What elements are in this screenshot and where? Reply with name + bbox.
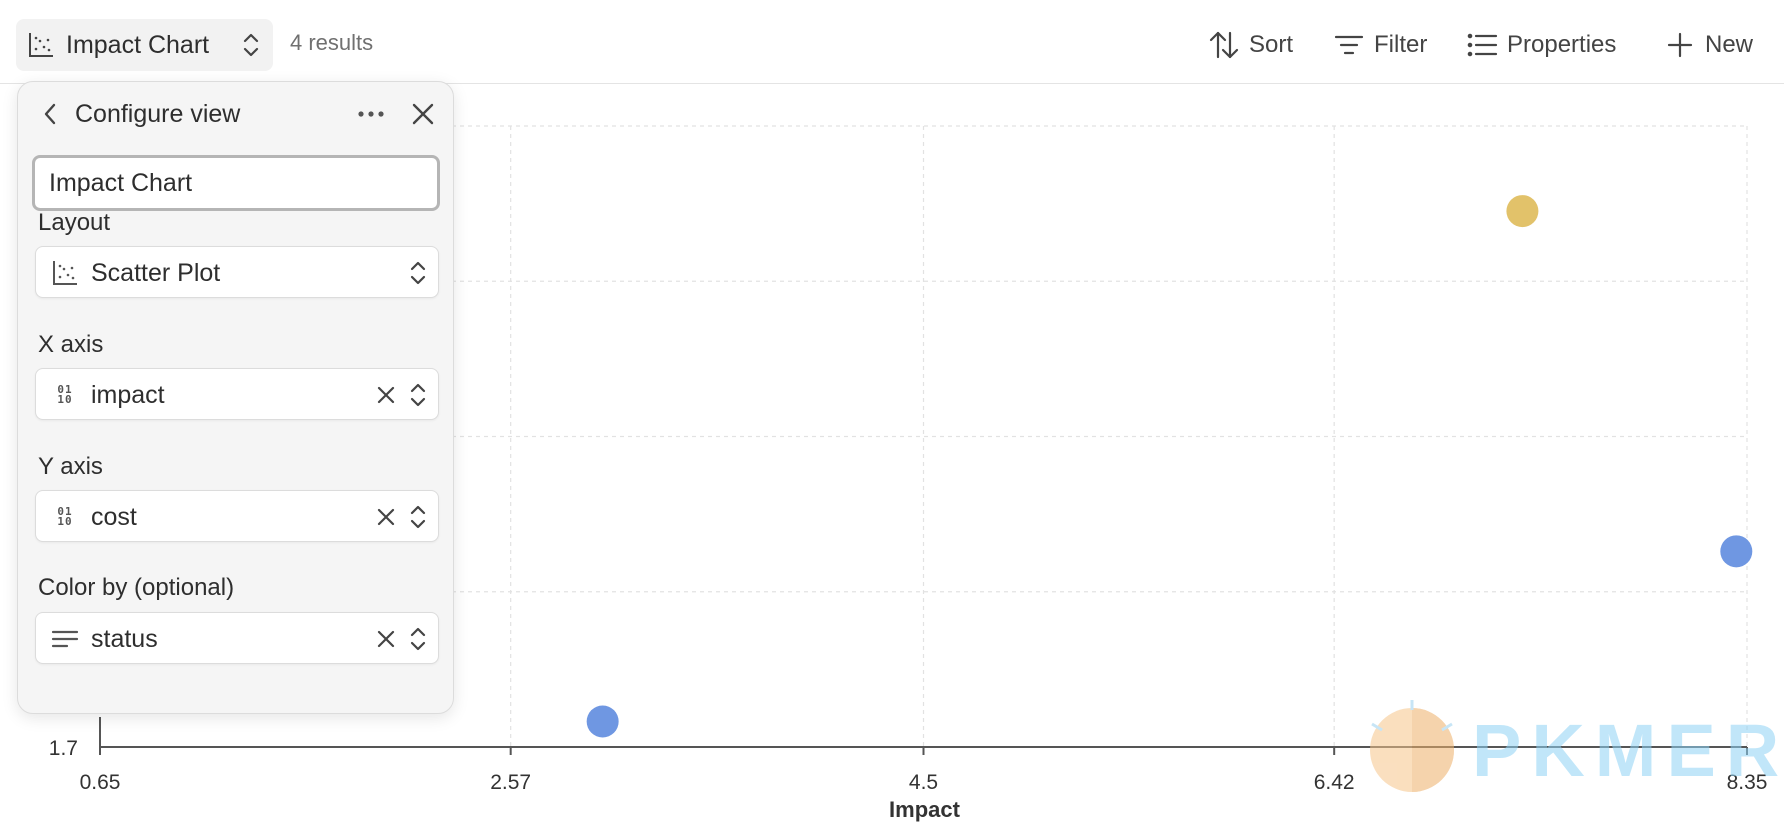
new-button[interactable]: New <box>1663 24 1753 66</box>
data-point <box>1720 535 1753 568</box>
color-by-select[interactable]: status <box>35 612 439 664</box>
view-title: Impact Chart <box>66 30 210 59</box>
sort-button[interactable]: Sort <box>1207 24 1293 66</box>
view-switcher[interactable]: Impact Chart <box>16 19 273 71</box>
x-axis-select[interactable]: 01 10 impact <box>35 368 439 420</box>
pkmer-logo-watermark <box>1370 700 1454 792</box>
filter-icon <box>1332 28 1366 62</box>
x-axis-value: impact <box>91 381 165 409</box>
watermark-text: PKMER <box>1472 709 1784 792</box>
close-icon[interactable] <box>409 100 437 128</box>
chevron-up-down-icon <box>404 258 432 288</box>
color-by-value: status <box>91 625 158 653</box>
new-label: New <box>1705 31 1754 58</box>
chevron-up-down-icon <box>237 30 265 60</box>
back-chevron-icon[interactable] <box>36 100 64 128</box>
sort-label: Sort <box>1249 31 1294 58</box>
panel-title: Configure view <box>75 100 241 128</box>
toolbar: Impact Chart 4 results Sort Filter Prope… <box>0 0 1784 84</box>
number-property-icon: 01 10 <box>57 505 73 528</box>
x-axis-label: X axis <box>38 331 104 358</box>
y-axis-value: cost <box>91 503 137 531</box>
x-axis-title: Impact <box>889 797 961 822</box>
x-tick-label: 6.42 <box>1314 771 1355 794</box>
view-name-input[interactable] <box>32 155 440 211</box>
chevron-up-down-icon <box>404 502 432 532</box>
color-by-label: Color by (optional) <box>38 574 235 601</box>
scatter-plot-icon <box>50 258 80 288</box>
configure-view-panel: Configure view Layout Scatter Plot <box>17 81 454 714</box>
data-point <box>1506 195 1539 228</box>
more-options-icon[interactable] <box>354 100 388 128</box>
clear-icon[interactable] <box>372 503 400 531</box>
sort-icon <box>1207 28 1241 62</box>
list-icon <box>1465 28 1499 62</box>
chevron-up-down-icon <box>404 624 432 654</box>
plus-icon <box>1663 28 1697 62</box>
clear-icon[interactable] <box>372 625 400 653</box>
layout-select[interactable]: Scatter Plot <box>35 246 439 298</box>
number-property-icon: 01 10 <box>57 383 73 406</box>
layout-label: Layout <box>38 209 111 236</box>
chevron-up-down-icon <box>404 380 432 410</box>
y-axis-label: Y axis <box>38 453 103 480</box>
filter-label: Filter <box>1374 31 1428 58</box>
properties-label: Properties <box>1507 31 1617 58</box>
data-point <box>586 705 619 738</box>
filter-button[interactable]: Filter <box>1332 24 1427 66</box>
layout-value: Scatter Plot <box>91 259 221 287</box>
y-axis-select[interactable]: 01 10 cost <box>35 490 439 542</box>
clear-icon[interactable] <box>372 381 400 409</box>
x-tick-label: 2.57 <box>490 771 531 794</box>
panel-header: Configure view <box>18 82 453 148</box>
results-count: 4 results <box>290 30 374 55</box>
scatter-plot-icon <box>26 30 56 60</box>
x-tick-label: 0.65 <box>80 771 121 794</box>
y-tick-label: 1.7 <box>49 737 78 760</box>
properties-button[interactable]: Properties <box>1465 24 1616 66</box>
x-tick-label: 4.5 <box>909 771 938 794</box>
text-property-icon <box>50 624 80 654</box>
